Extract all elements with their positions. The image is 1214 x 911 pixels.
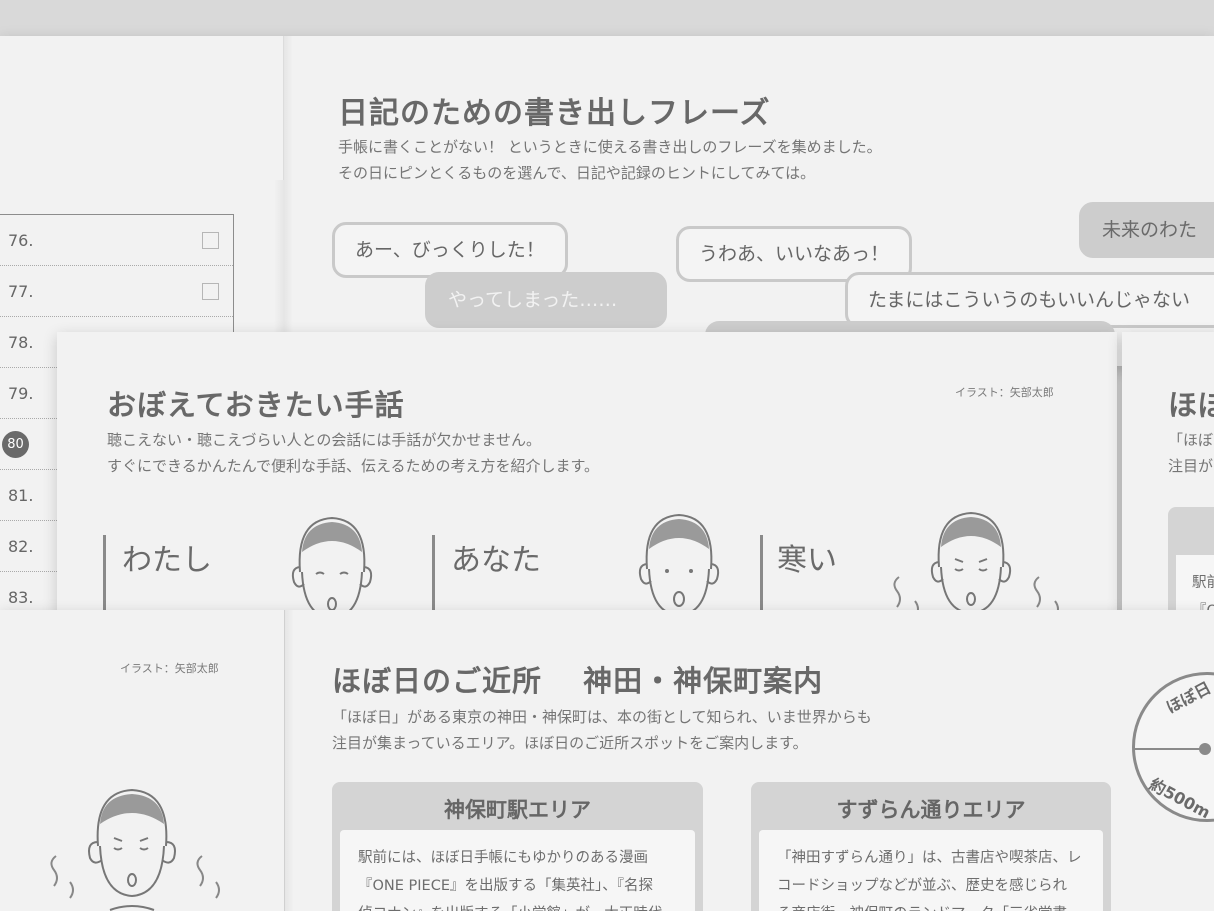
kanda-lead-1: 「ほぼ日」がある東京の神田・神保町は、本の街として知られ、いま世界からも xyxy=(332,708,872,726)
item-number: 79. xyxy=(8,384,34,403)
area-line: コードショップなどが並ぶ、歴史を感じられ xyxy=(777,878,1067,894)
sign-item-anata: あなた xyxy=(432,535,541,615)
area-line: る商店街。神保町のランドマーク「三省堂書 xyxy=(777,900,1085,911)
diary-lead-1: 手帳に書くことがない！ というときに使える書き出しのフレーズを集めました。 xyxy=(338,138,882,156)
item-number: 78. xyxy=(8,333,34,352)
area-title: 神保町駅エリア xyxy=(444,798,591,822)
sign-word: あなた xyxy=(451,543,541,578)
area-card-jimbocho-station: 神保町駅エリア 駅前には、ほぼ日手帳にもゆかりのある漫画 『ONE PIECE』… xyxy=(332,782,703,911)
checklist-row[interactable]: 77. xyxy=(0,266,233,317)
kanda-lead-2: 注目が集まっているエリア。ほぼ日のご近所スポットをご案内します。 xyxy=(332,734,808,752)
badge-bottom-text: 約500m xyxy=(1146,774,1214,823)
face-illustration-shivering xyxy=(893,511,1059,618)
sign-item-watashi: わたし xyxy=(103,535,212,615)
area-title: すずらん通りエリア xyxy=(836,798,1026,822)
badge-divider xyxy=(1135,748,1205,750)
sign-lead-1: 聴こえない・聴こえづらい人との会話には手話が欠かせません。 xyxy=(107,431,541,449)
checklist-row[interactable]: 76. xyxy=(0,215,233,266)
item-number: 83. xyxy=(8,588,34,607)
item-number: 77. xyxy=(8,282,34,301)
peek-lead-1: 「ほぼ xyxy=(1168,431,1214,449)
sign-item-samui: 寒い xyxy=(760,535,837,615)
item-number: 82. xyxy=(8,537,34,556)
face-illustration xyxy=(291,516,373,620)
area-line: 駅前には、ほぼ日手帳にもゆかりのある漫画 xyxy=(358,850,648,866)
area-line: 『ONE PIECE』を出版する「集英社」、『名探 xyxy=(358,878,653,894)
spine-gutter xyxy=(283,36,293,366)
face-illustration xyxy=(638,513,720,617)
phrase-bubble[interactable]: あー、びっくりした！ xyxy=(332,222,568,278)
sign-lead-2: すぐにできるかんたんで便利な手話、伝えるための考え方を紹介します。 xyxy=(107,457,600,475)
sign-title: おぼえておきたい手話 xyxy=(107,388,405,422)
sign-word: 寒い xyxy=(777,543,837,578)
illustration-credit: イラスト：矢部太郎 xyxy=(120,662,219,675)
spine-gutter xyxy=(284,610,294,911)
phrase-bubble[interactable]: やってしまった…… xyxy=(425,272,667,328)
illustration-credit: イラスト：矢部太郎 xyxy=(955,386,1054,399)
item-number: 76. xyxy=(8,231,34,250)
diary-title: 日記のための書き出しフレーズ xyxy=(338,96,771,131)
item-number: 81. xyxy=(8,486,34,505)
diary-lead-2: その日にピンとくるものを選んで、日記や記録のヒントにしてみては。 xyxy=(338,164,816,182)
sign-word: わたし xyxy=(122,543,212,578)
checkbox[interactable] xyxy=(202,283,219,300)
item-number-badge: 80 xyxy=(2,431,29,458)
checkbox[interactable] xyxy=(202,232,219,249)
area-line: 「神田すずらん通り」は、古書店や喫茶店、レ xyxy=(777,850,1082,866)
area-body: 駅前には、ほぼ日手帳にもゆかりのある漫画 『ONE PIECE』を出版する「集英… xyxy=(340,830,695,911)
area-card-suzuran-street: すずらん通りエリア 「神田すずらん通り」は、古書店や喫茶店、レ コードショップな… xyxy=(751,782,1111,911)
badge-dot xyxy=(1199,743,1211,755)
sign-language-page: おぼえておきたい手話 イラスト：矢部太郎 聴こえない・聴こえづらい人との会話には… xyxy=(57,332,1117,622)
face-illustration-shivering xyxy=(50,788,220,911)
peek-box-line: 駅前 xyxy=(1192,575,1214,591)
peek-page-right: ほぼ 「ほぼ 注目が 駅前 『O xyxy=(1122,332,1214,622)
kanda-title: ほぼ日のご近所 神田・神保町案内 xyxy=(332,664,824,698)
area-body: 「神田すずらん通り」は、古書店や喫茶店、レ コードショップなどが並ぶ、歴史を感じ… xyxy=(759,830,1103,911)
phrase-bubble[interactable]: たまにはこういうのもいいんじゃない xyxy=(845,272,1214,328)
badge-top-text: ほぼ日 xyxy=(1162,677,1214,718)
distance-badge: ほぼ日 約500m xyxy=(1132,672,1214,822)
peek-area-box: 駅前 『O xyxy=(1168,507,1214,622)
area-line: 偵コナン』を出版する「小学館」が、大正時代 xyxy=(358,900,677,911)
phrase-bubble[interactable]: 未来のわた xyxy=(1079,202,1214,258)
kanda-spread: イラスト：矢部太郎 ほぼ日のご近所 神田・神保町案内 「ほぼ日」がある東京の神田… xyxy=(0,610,1214,911)
peek-lead-2: 注目が xyxy=(1168,457,1214,475)
peek-title: ほぼ xyxy=(1168,388,1214,422)
